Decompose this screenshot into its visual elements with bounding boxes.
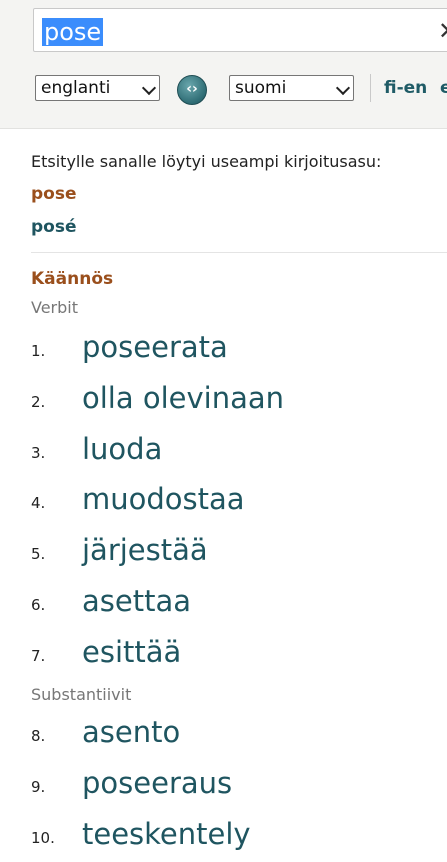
item-number: 9. (31, 778, 46, 796)
header-divider (370, 74, 371, 102)
section-divider (31, 252, 447, 253)
search-input[interactable]: pose ✕ (33, 8, 447, 52)
item-number: 10. (31, 829, 55, 847)
swap-icon: ‹› (186, 81, 198, 97)
source-language-select[interactable]: englanti (35, 75, 160, 101)
translation-link[interactable]: järjestää (82, 533, 208, 567)
item-number: 7. (31, 647, 46, 665)
translation-link[interactable]: asento (82, 715, 180, 749)
next-language-pair-link[interactable]: e (440, 78, 447, 98)
pos-label-nouns: Substantiivit (31, 685, 132, 704)
item-number: 3. (31, 444, 46, 462)
source-language-value: englanti (41, 78, 111, 98)
item-number: 2. (31, 393, 46, 411)
target-language-select[interactable]: suomi (229, 75, 354, 101)
item-number: 6. (31, 596, 46, 614)
language-pair-link[interactable]: fi-en (384, 78, 427, 98)
translation-link[interactable]: poseerata (82, 330, 228, 364)
translation-link[interactable]: muodostaa (82, 482, 245, 516)
item-number: 5. (31, 545, 46, 563)
translation-link[interactable]: esittää (82, 635, 181, 669)
chevron-down-icon (335, 80, 351, 96)
close-icon[interactable]: ✕ (438, 18, 447, 44)
item-number: 8. (31, 727, 46, 745)
search-query[interactable]: pose (42, 18, 104, 46)
translation-link[interactable]: asettaa (82, 584, 191, 618)
item-number: 4. (31, 494, 46, 512)
translation-link[interactable]: teeskentely (82, 817, 251, 851)
translation-heading: Käännös (31, 269, 114, 289)
chevron-down-icon (141, 80, 157, 96)
spelling-notice: Etsitylle sanalle löytyi useampi kirjoit… (31, 152, 382, 171)
swap-languages-button[interactable]: ‹› (177, 75, 207, 105)
translation-link[interactable]: luoda (82, 432, 162, 466)
pos-label-verbs: Verbit (31, 298, 78, 317)
translation-link[interactable]: olla olevinaan (82, 381, 284, 415)
spelling-option-pose[interactable]: pose (31, 184, 77, 204)
search-header: pose ✕ englanti ‹› suomi fi-en e (0, 0, 447, 129)
item-number: 1. (31, 342, 46, 360)
spelling-option-pose-accent[interactable]: posé (31, 217, 77, 237)
translation-link[interactable]: poseeraus (82, 766, 232, 800)
target-language-value: suomi (235, 78, 287, 98)
